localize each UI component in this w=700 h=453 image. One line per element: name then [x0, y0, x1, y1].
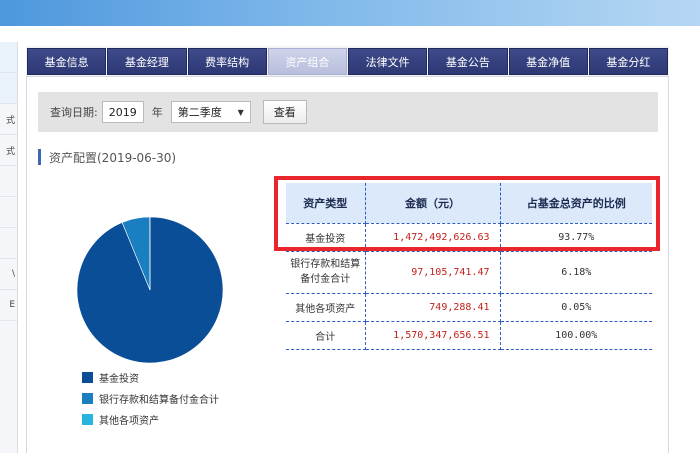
left-nav-item[interactable]: 式 [0, 135, 17, 166]
tab-fund-nav[interactable]: 基金净值 [508, 48, 588, 75]
cell-type: 其他各项资产 [286, 293, 366, 322]
cell-type: 合计 [286, 321, 366, 350]
legend-label: 银行存款和结算备付金合计 [99, 395, 219, 406]
left-nav-item[interactable] [0, 197, 17, 228]
tab-asset-portfolio[interactable]: 资产组合 [267, 48, 347, 75]
asset-allocation-table: 资产类型 金额（元） 占基金总资产的比例 基金投资 1,472,492,626.… [286, 183, 652, 350]
cell-type: 银行存款和结算备付金合计 [286, 251, 366, 294]
year-unit-label: 年 [151, 106, 163, 119]
cell-amount: 1,570,347,656.51 [365, 321, 501, 350]
left-nav-strip: 式 式 \ E [0, 42, 18, 453]
table-row: 其他各项资产 749,288.41 0.05% [286, 293, 652, 322]
section-title: 资产配置(2019-06-30) [38, 149, 176, 165]
tab-fund-dividends[interactable]: 基金分红 [588, 48, 668, 75]
left-nav-item[interactable] [0, 42, 17, 73]
legend-item: 基金投资 [82, 367, 219, 388]
tab-fund-announcements[interactable]: 基金公告 [428, 48, 508, 75]
table-total-row: 合计 1,570,347,656.51 100.00% [286, 321, 652, 350]
tab-fund-manager[interactable]: 基金经理 [107, 48, 187, 75]
season-select[interactable]: 第二季度 ▼ [170, 101, 251, 123]
table-row: 基金投资 1,472,492,626.63 93.77% [286, 223, 652, 252]
left-nav-item[interactable] [0, 228, 17, 259]
tab-legal-docs[interactable]: 法律文件 [348, 48, 428, 75]
tab-fee-structure[interactable]: 费率结构 [187, 48, 267, 75]
fund-tabs: 基金信息 基金经理 费率结构 资产组合 法律文件 基金公告 基金净值 基金分红 [26, 46, 669, 77]
chevron-down-icon: ▼ [237, 107, 244, 117]
tab-fund-info[interactable]: 基金信息 [27, 48, 107, 75]
cell-ratio: 0.05% [500, 293, 652, 322]
cell-amount: 1,472,492,626.63 [365, 223, 501, 252]
top-banner [0, 0, 700, 26]
cell-type: 基金投资 [286, 223, 366, 252]
query-bar: 查询日期: 2019 年 第二季度 ▼ 查看 [38, 92, 658, 132]
left-nav-item[interactable] [0, 166, 17, 197]
cell-ratio: 93.77% [500, 223, 652, 252]
season-select-value: 第二季度 [177, 106, 222, 119]
cell-amount: 97,105,741.47 [365, 251, 501, 294]
left-nav-item[interactable]: E [0, 290, 17, 321]
table-header-row: 资产类型 金额（元） 占基金总资产的比例 [286, 183, 652, 224]
legend-swatch [82, 372, 93, 383]
legend-swatch [82, 393, 93, 404]
header-asset-type: 资产类型 [286, 183, 366, 224]
cell-ratio: 100.00% [500, 321, 652, 350]
left-nav-item[interactable]: \ [0, 259, 17, 290]
table-row: 银行存款和结算备付金合计 97,105,741.47 6.18% [286, 251, 652, 294]
legend-label: 基金投资 [99, 374, 139, 385]
asset-pie-chart [76, 216, 224, 364]
query-date-label: 查询日期: [50, 106, 98, 119]
cell-ratio: 6.18% [500, 251, 652, 294]
legend-swatch [82, 414, 93, 425]
year-input[interactable]: 2019 [101, 101, 144, 123]
header-ratio: 占基金总资产的比例 [500, 183, 652, 224]
legend-item: 其他各项资产 [82, 409, 219, 430]
left-nav-item[interactable]: 式 [0, 104, 17, 135]
legend-item: 银行存款和结算备付金合计 [82, 388, 219, 409]
legend-label: 其他各项资产 [99, 416, 159, 427]
left-nav-item[interactable] [0, 73, 17, 104]
chart-legend: 基金投资 银行存款和结算备付金合计 其他各项资产 [82, 367, 219, 430]
view-button[interactable]: 查看 [262, 100, 307, 124]
header-amount: 金额（元） [365, 183, 501, 224]
cell-amount: 749,288.41 [365, 293, 501, 322]
